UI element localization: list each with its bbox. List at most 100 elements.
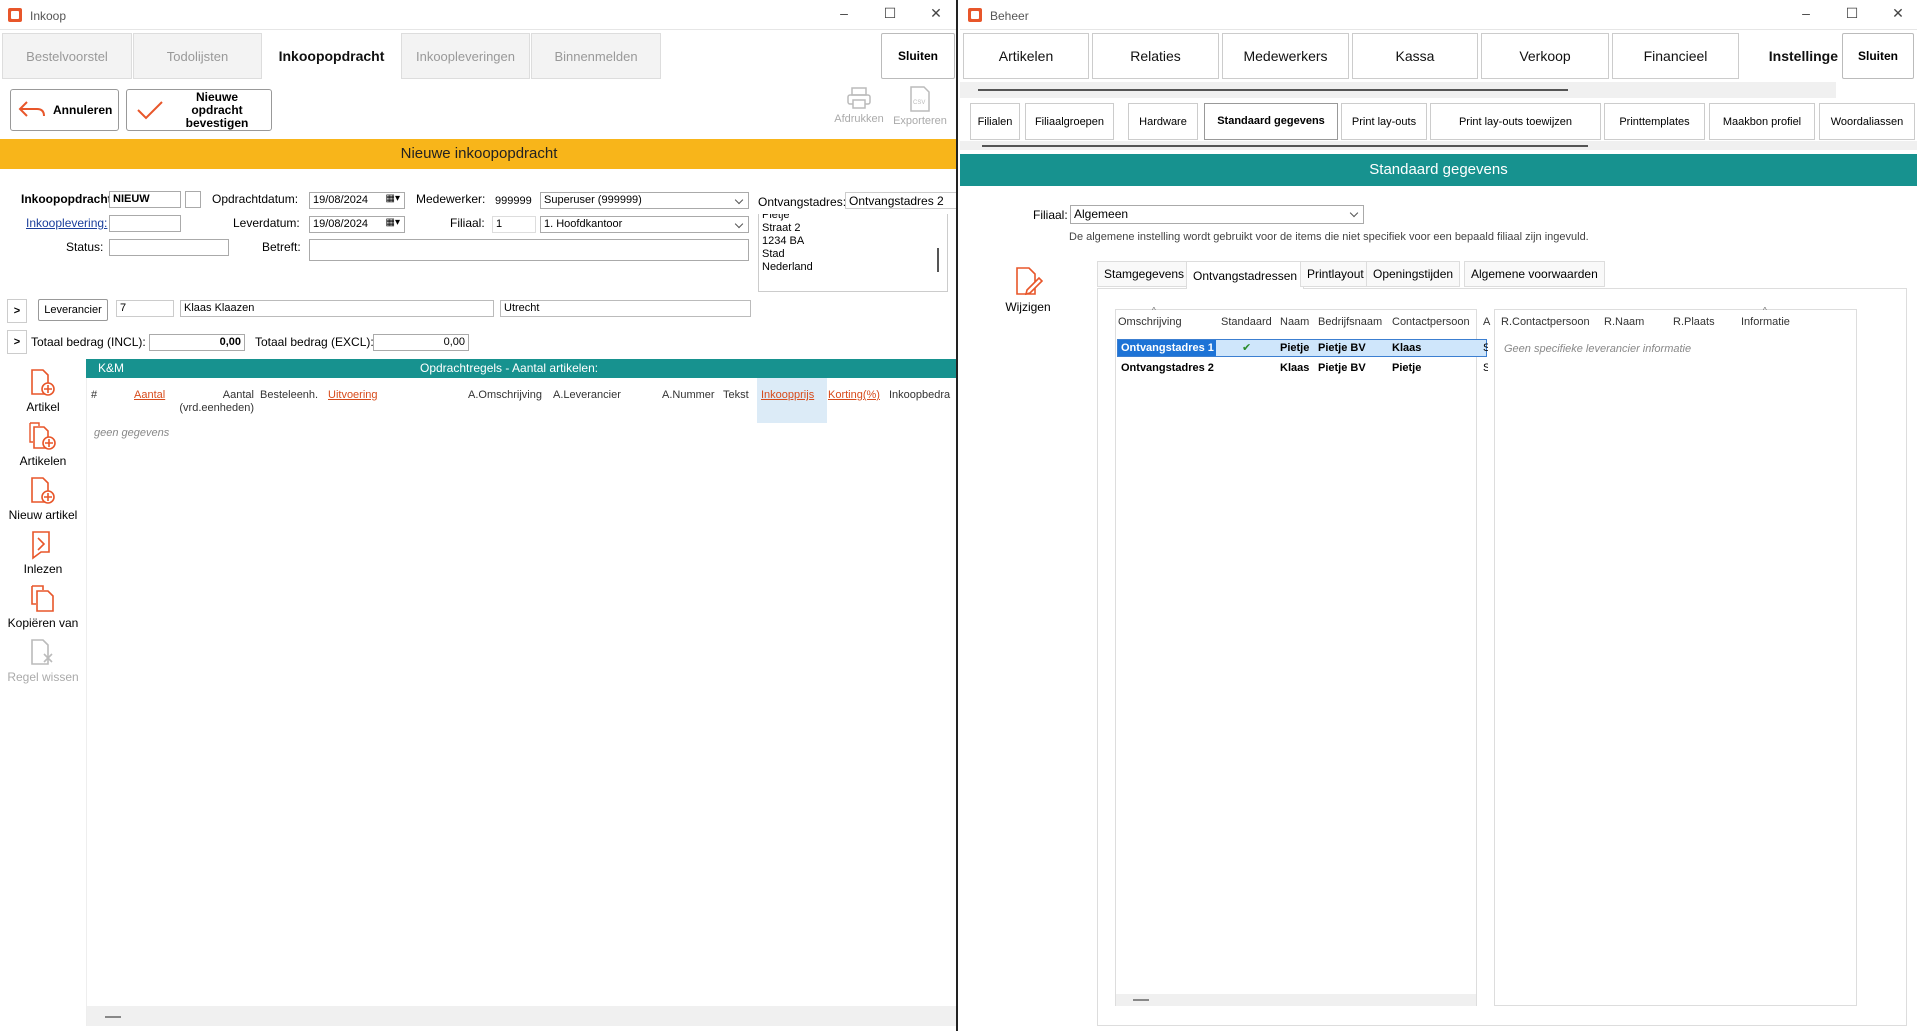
- branch-code-field[interactable]: 1: [492, 216, 536, 233]
- tab-medewerkers[interactable]: Medewerkers: [1222, 33, 1349, 79]
- minimize-icon[interactable]: –: [834, 5, 854, 21]
- maximize-icon[interactable]: ☐: [1842, 5, 1862, 22]
- col-omschrijving[interactable]: Omschrijving: [1118, 316, 1182, 328]
- status-field[interactable]: [109, 239, 229, 256]
- tab-kassa[interactable]: Kassa: [1352, 33, 1478, 79]
- expand-button[interactable]: >: [7, 330, 27, 354]
- edit-button[interactable]: Wijzigen: [1000, 266, 1056, 314]
- col-inkoopbedrag[interactable]: Inkoopbedra: [889, 389, 956, 401]
- cancel-button[interactable]: Annuleren: [10, 89, 119, 131]
- subtab-woordaliassen[interactable]: Woordaliassen: [1819, 103, 1915, 140]
- minimize-icon[interactable]: –: [1796, 5, 1816, 21]
- employee-select[interactable]: Superuser (999999): [540, 192, 749, 209]
- confirm-order-button[interactable]: Nieuwe opdracht bevestigen: [126, 89, 272, 131]
- calendar-icon[interactable]: ▦▾: [386, 217, 400, 228]
- calendar-icon[interactable]: ▦▾: [386, 193, 400, 204]
- window-title: Inkoop: [30, 9, 67, 23]
- grid-scrollbar[interactable]: [1116, 994, 1476, 1006]
- branch-select[interactable]: Algemeen: [1070, 205, 1364, 224]
- col-naam[interactable]: Naam: [1280, 316, 1309, 328]
- expand-button[interactable]: >: [7, 299, 27, 323]
- tab-artikelen[interactable]: Artikelen: [963, 33, 1089, 79]
- subtab-maakbon-profiel[interactable]: Maakbon profiel: [1709, 103, 1815, 140]
- import-button[interactable]: Inlezen: [0, 530, 86, 576]
- innertab-openingstijden[interactable]: Openingstijden: [1366, 261, 1461, 287]
- col-nummer[interactable]: A.Nummer: [662, 389, 715, 401]
- col-aantal-vrd[interactable]: Aantal (vrd.eenheden): [174, 389, 254, 415]
- innertab-algemene-voorwaarden[interactable]: Algemene voorwaarden: [1464, 261, 1605, 287]
- tab-todolijsten[interactable]: Todolijsten: [133, 33, 262, 79]
- subtab-print-lay-outs-toewijzen[interactable]: Print lay-outs toewijzen: [1430, 103, 1601, 140]
- subtab-print-lay-outs[interactable]: Print lay-outs: [1341, 103, 1427, 140]
- order-checkbox[interactable]: [185, 191, 201, 208]
- innertab-ontvangstadressen[interactable]: Ontvangstadressen: [1186, 261, 1305, 289]
- check-icon: ✔: [1242, 342, 1252, 354]
- page-banner: Nieuwe inkoopopdracht: [0, 139, 956, 169]
- edit-label: Wijzigen: [1005, 300, 1051, 314]
- col-bedrijfsnaam[interactable]: Bedrijfsnaam: [1318, 316, 1382, 328]
- supplier-code-field[interactable]: 7: [116, 300, 174, 317]
- col-inkoopprijs[interactable]: Inkoopprijs: [761, 389, 814, 401]
- col-besteleenh[interactable]: Besteleenh.: [260, 389, 318, 401]
- tab-scrollbar[interactable]: [960, 82, 1836, 98]
- new-article-button[interactable]: Nieuw artikel: [0, 476, 86, 522]
- col-standaard[interactable]: Standaard: [1221, 316, 1272, 328]
- maximize-icon[interactable]: ☐: [880, 5, 900, 22]
- print-label: Afdrukken: [834, 113, 884, 125]
- tab-relaties[interactable]: Relaties: [1092, 33, 1219, 79]
- copy-from-button[interactable]: Kopiëren van: [0, 584, 86, 630]
- tab-financieel[interactable]: Financieel: [1612, 33, 1739, 79]
- subtab-filialen[interactable]: Filialen: [970, 103, 1020, 140]
- col-contactpersoon[interactable]: Contactpersoon: [1392, 316, 1470, 328]
- col-uitvoering[interactable]: Uitvoering: [328, 389, 378, 401]
- supplier-city-field[interactable]: Utrecht: [500, 300, 751, 317]
- tab-inkoopopdracht[interactable]: Inkoopopdracht: [263, 33, 400, 79]
- col-r-plaats[interactable]: R.Plaats: [1673, 316, 1715, 328]
- close-icon[interactable]: ✕: [926, 5, 946, 22]
- supplier-button[interactable]: Leverancier: [38, 299, 108, 321]
- tab-binnenmelden[interactable]: Binnenmelden: [531, 33, 661, 79]
- deliverdate-field[interactable]: 19/08/2024 ▦▾: [309, 216, 405, 233]
- delivery-field[interactable]: [109, 215, 181, 232]
- col-r-contactpersoon[interactable]: R.Contactpersoon: [1501, 316, 1590, 328]
- add-articles-button[interactable]: Artikelen: [0, 422, 86, 468]
- tab-instellingen[interactable]: Instellinge: [1742, 33, 1842, 79]
- export-button[interactable]: CSV Exporteren: [893, 86, 947, 127]
- subtab-printtemplates[interactable]: Printtemplates: [1604, 103, 1705, 140]
- innertab-printlayout[interactable]: Printlayout: [1300, 261, 1371, 287]
- col-r-naam[interactable]: R.Naam: [1604, 316, 1644, 328]
- order-number-field[interactable]: NIEUW: [109, 191, 181, 208]
- col-leverancier[interactable]: A.Leverancier: [553, 389, 621, 401]
- tab-verkoop[interactable]: Verkoop: [1481, 33, 1609, 79]
- col-aantal[interactable]: Aantal: [134, 389, 165, 401]
- col-korting[interactable]: Korting(%): [828, 389, 880, 401]
- subject-field[interactable]: [309, 239, 749, 261]
- delete-file-icon: [31, 639, 53, 665]
- col-informatie[interactable]: Informatie: [1741, 316, 1790, 328]
- col-index[interactable]: #: [91, 389, 97, 401]
- tab-bestelvoorstel[interactable]: Bestelvoorstel: [2, 33, 132, 79]
- subtab-hardware[interactable]: Hardware: [1128, 103, 1198, 140]
- close-icon[interactable]: ✕: [1888, 5, 1908, 22]
- orderdate-field[interactable]: 19/08/2024 ▦▾: [309, 192, 405, 209]
- print-button[interactable]: Afdrukken: [832, 86, 886, 125]
- tab-inkoopleveringen[interactable]: Inkoopleveringen: [401, 33, 530, 79]
- delete-line-button[interactable]: Regel wissen: [0, 638, 86, 684]
- col-tekst[interactable]: Tekst: [723, 389, 749, 401]
- col-extra[interactable]: A: [1483, 316, 1491, 328]
- delivery-link[interactable]: Inkooplevering:: [26, 216, 107, 230]
- subtab-scrollbar[interactable]: [960, 141, 1917, 150]
- empty-grid-text: geen gegevens: [94, 427, 170, 439]
- undo-arrow-icon: [18, 101, 45, 117]
- address-scrollbar[interactable]: [937, 248, 939, 272]
- close-button[interactable]: Sluiten: [881, 33, 955, 79]
- add-article-button[interactable]: Artikel: [0, 368, 86, 414]
- innertab-stamgegevens[interactable]: Stamgegevens: [1097, 261, 1192, 287]
- close-button[interactable]: Sluiten: [1842, 33, 1914, 79]
- subtab-standaard-gegevens[interactable]: Standaard gegevens: [1204, 103, 1338, 140]
- branch-select[interactable]: 1. Hoofdkantoor: [540, 216, 749, 233]
- subtab-filiaalgroepen[interactable]: Filiaalgroepen: [1025, 103, 1114, 140]
- address-select[interactable]: Ontvangstadres 2: [845, 192, 956, 209]
- col-omschrijving[interactable]: A.Omschrijving: [468, 389, 542, 401]
- supplier-name-field[interactable]: Klaas Klaazen: [180, 300, 494, 317]
